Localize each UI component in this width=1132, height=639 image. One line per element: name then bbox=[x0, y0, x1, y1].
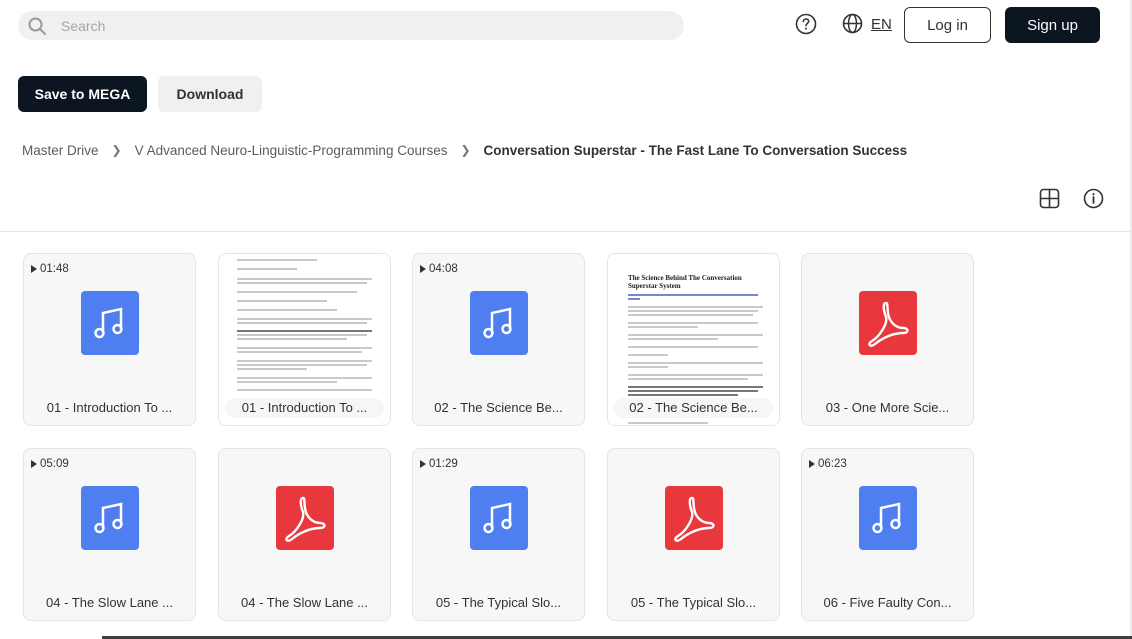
search-icon bbox=[28, 17, 46, 35]
search-input[interactable] bbox=[61, 17, 621, 34]
breadcrumb-item-folder[interactable]: V Advanced Neuro-Linguistic-Programming … bbox=[135, 143, 448, 158]
file-card[interactable]: 03 - One More Scie... bbox=[801, 253, 974, 426]
duration-badge: 06:23 bbox=[809, 458, 847, 470]
globe-icon[interactable] bbox=[842, 13, 863, 34]
pdf-file-icon bbox=[859, 291, 917, 355]
file-name: 05 - The Typical Slo... bbox=[630, 595, 757, 610]
search-bar[interactable] bbox=[18, 11, 684, 40]
header-divider bbox=[0, 231, 1132, 232]
audio-file-icon bbox=[81, 486, 139, 550]
pdf-file-icon bbox=[276, 486, 334, 550]
download-button[interactable]: Download bbox=[158, 76, 262, 112]
breadcrumb: Master Drive ❯ V Advanced Neuro-Linguist… bbox=[22, 142, 907, 158]
file-name: 04 - The Slow Lane ... bbox=[241, 595, 368, 610]
duration-badge: 04:08 bbox=[420, 263, 458, 275]
play-icon bbox=[31, 265, 37, 273]
file-name: 02 - The Science Be... bbox=[434, 400, 563, 415]
file-card[interactable]: 01 - Introduction To ... bbox=[218, 253, 391, 426]
save-to-mega-button[interactable]: Save to MEGA bbox=[18, 76, 147, 112]
chevron-right-icon: ❯ bbox=[460, 143, 471, 157]
file-card[interactable]: 05:09 04 - The Slow Lane ... bbox=[23, 448, 196, 621]
duration-badge: 01:29 bbox=[420, 458, 458, 470]
file-name: 06 - Five Faulty Con... bbox=[823, 595, 952, 610]
login-button[interactable]: Log in bbox=[904, 7, 991, 43]
audio-file-icon bbox=[470, 291, 528, 355]
play-icon bbox=[31, 460, 37, 468]
pdf-file-icon bbox=[665, 486, 723, 550]
audio-file-icon bbox=[470, 486, 528, 550]
duration-badge: 05:09 bbox=[31, 458, 69, 470]
play-icon bbox=[420, 265, 426, 273]
file-name: 01 - Introduction To ... bbox=[46, 400, 173, 415]
file-name: 03 - One More Scie... bbox=[825, 400, 950, 415]
file-name: 05 - The Typical Slo... bbox=[435, 595, 562, 610]
file-card[interactable]: 01:48 01 - Introduction To ... bbox=[23, 253, 196, 426]
breadcrumb-item-current: Conversation Superstar - The Fast Lane T… bbox=[483, 142, 908, 158]
file-name: 01 - Introduction To ... bbox=[225, 398, 384, 418]
signup-button[interactable]: Sign up bbox=[1005, 7, 1100, 43]
file-name: 02 - The Science Be... bbox=[614, 398, 773, 418]
chevron-right-icon: ❯ bbox=[111, 143, 122, 157]
file-card[interactable]: The Science Behind The Conversation Supe… bbox=[607, 253, 780, 426]
duration-badge: 01:48 bbox=[31, 263, 69, 275]
info-icon[interactable] bbox=[1083, 188, 1104, 209]
audio-file-icon bbox=[859, 486, 917, 550]
file-name: 04 - The Slow Lane ... bbox=[46, 595, 173, 610]
file-card[interactable]: 04:08 02 - The Science Be... bbox=[412, 253, 585, 426]
breadcrumb-item-root[interactable]: Master Drive bbox=[22, 143, 99, 158]
file-card[interactable]: 06:23 06 - Five Faulty Con... bbox=[801, 448, 974, 621]
file-card[interactable]: 04 - The Slow Lane ... bbox=[218, 448, 391, 621]
language-selector[interactable]: EN bbox=[871, 16, 892, 33]
audio-file-icon bbox=[81, 291, 139, 355]
grid-view-icon[interactable] bbox=[1039, 188, 1060, 209]
play-icon bbox=[809, 460, 815, 468]
file-card[interactable]: 01:29 05 - The Typical Slo... bbox=[412, 448, 585, 621]
help-icon[interactable] bbox=[795, 13, 817, 35]
file-card[interactable]: 05 - The Typical Slo... bbox=[607, 448, 780, 621]
play-icon bbox=[420, 460, 426, 468]
